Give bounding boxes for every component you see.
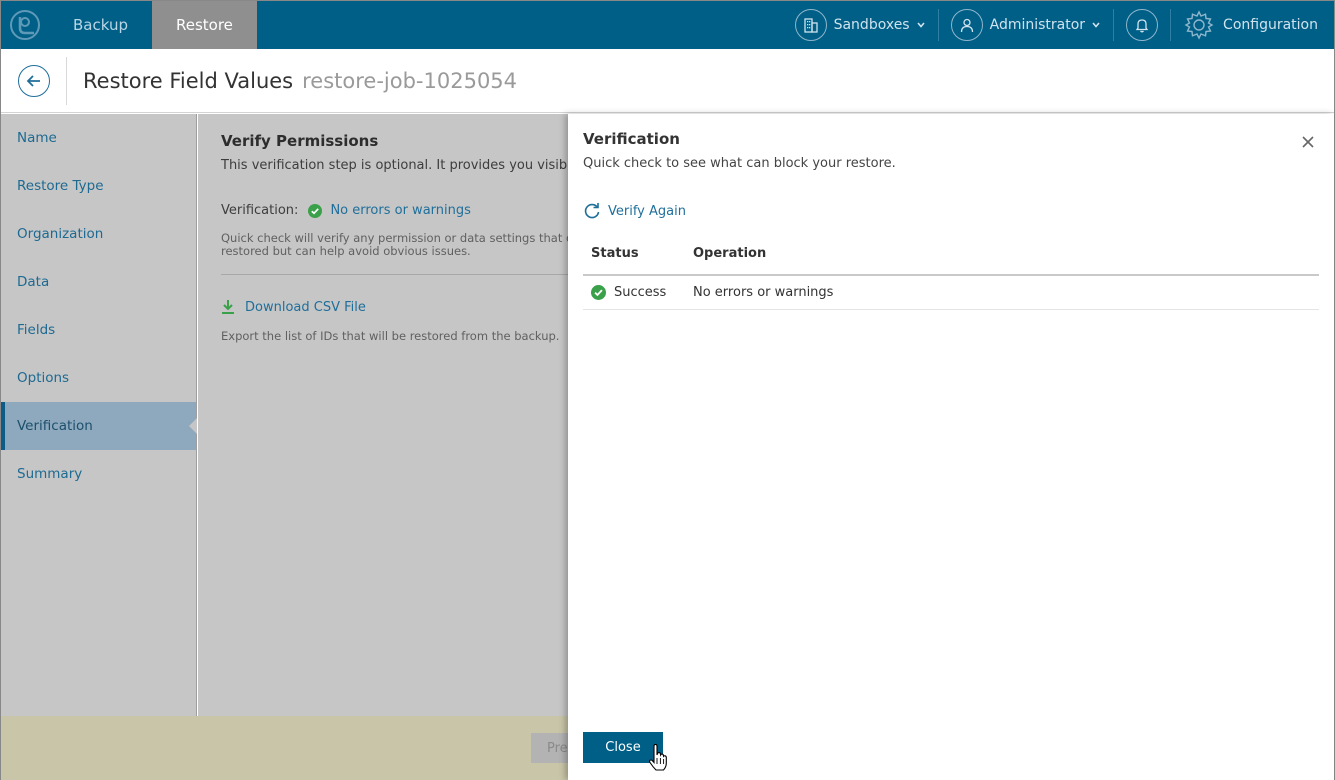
section-description: This verification step is optional. It p…	[221, 158, 568, 173]
download-csv-link[interactable]: Download CSV File	[221, 299, 568, 315]
sandboxes-menu[interactable]: Sandboxes	[783, 1, 938, 49]
topbar-right: Sandboxes Administrator Configuration	[783, 1, 1334, 49]
user-icon	[950, 9, 983, 41]
title-bar: Restore Field Values restore-job-1025054	[1, 49, 1334, 113]
configuration-button[interactable]: Configuration	[1171, 1, 1334, 49]
page-subtitle: restore-job-1025054	[302, 68, 518, 93]
panel-title: Verification	[583, 130, 680, 148]
arrow-left-icon	[26, 74, 40, 87]
step-name[interactable]: Name	[1, 114, 196, 162]
notifications-button[interactable]	[1114, 1, 1170, 49]
column-status[interactable]: Status	[583, 246, 693, 261]
wizard-footer: Pre	[1, 716, 591, 780]
bell-icon	[1126, 9, 1159, 41]
tab-restore[interactable]: Restore	[151, 1, 257, 49]
column-operation[interactable]: Operation	[693, 246, 1319, 261]
sandboxes-label: Sandboxes	[833, 17, 910, 33]
step-restore-type[interactable]: Restore Type	[1, 162, 196, 210]
step-verification[interactable]: Verification	[1, 402, 197, 450]
building-icon	[794, 9, 827, 41]
export-note: Export the list of IDs that will be rest…	[221, 329, 560, 343]
main-content: Verify Permissions This verification ste…	[198, 114, 568, 716]
logo-icon	[10, 10, 40, 40]
status-text: Success	[614, 285, 667, 300]
section-heading: Verify Permissions	[221, 132, 379, 150]
note-line: restored but can help avoid obvious issu…	[221, 244, 471, 258]
step-data[interactable]: Data	[1, 258, 196, 306]
chevron-down-icon	[1092, 22, 1100, 28]
back-button[interactable]	[18, 64, 50, 97]
configuration-label: Configuration	[1223, 17, 1318, 33]
divider	[66, 56, 67, 105]
check-circle-icon	[308, 203, 323, 218]
verify-again-label: Verify Again	[608, 203, 686, 219]
page-title: Restore Field Values	[83, 68, 294, 93]
close-icon[interactable]	[1300, 134, 1316, 150]
check-circle-icon	[591, 285, 606, 300]
gear-icon	[1184, 10, 1214, 40]
panel-subtitle: Quick check to see what can block your r…	[583, 156, 896, 171]
tab-backup[interactable]: Backup	[49, 1, 152, 49]
verify-again-button[interactable]: Verify Again	[583, 202, 686, 220]
divider	[221, 274, 568, 275]
step-fields[interactable]: Fields	[1, 306, 196, 354]
step-summary[interactable]: Summary	[1, 450, 196, 498]
top-bar: Backup Restore Sandboxes Administrator C…	[1, 1, 1334, 49]
verification-table: Status Operation Success No errors or wa…	[583, 232, 1319, 310]
user-label: Administrator	[989, 17, 1086, 33]
download-csv-label: Download CSV File	[245, 299, 366, 315]
wizard-steps: Name Restore Type Organization Data Fiel…	[1, 114, 197, 716]
hand-cursor-icon	[649, 744, 667, 771]
verification-note: Quick check will verify any permission o…	[221, 232, 568, 258]
user-menu[interactable]: Administrator	[939, 1, 1113, 49]
download-icon	[222, 300, 234, 314]
table-header: Status Operation	[583, 232, 1319, 276]
refresh-icon	[584, 203, 600, 219]
step-options[interactable]: Options	[1, 354, 196, 402]
chevron-down-icon	[917, 22, 925, 28]
verification-label: Verification:	[221, 203, 299, 218]
verification-status-row: Verification: No errors or warnings	[221, 203, 568, 218]
app-logo[interactable]	[1, 1, 49, 49]
verification-panel: Verification Quick check to see what can…	[568, 114, 1334, 780]
table-row[interactable]: Success No errors or warnings	[583, 276, 1319, 310]
verification-status-link[interactable]: No errors or warnings	[330, 203, 470, 218]
operation-cell: No errors or warnings	[693, 285, 834, 300]
step-organization[interactable]: Organization	[1, 210, 196, 258]
status-cell: Success	[583, 285, 693, 300]
